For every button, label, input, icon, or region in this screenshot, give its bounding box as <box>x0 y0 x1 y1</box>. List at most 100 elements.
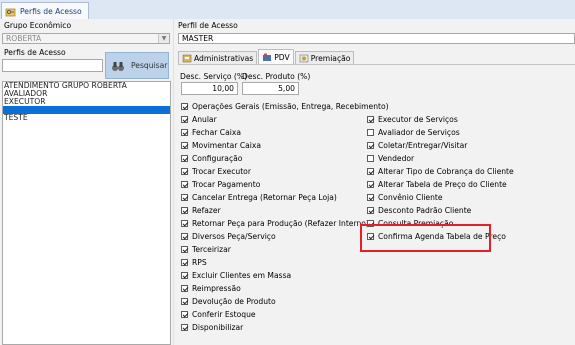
checkbox-checked-icon[interactable] <box>181 103 188 110</box>
desc-produto-field[interactable]: 5,00 <box>242 82 299 95</box>
checkbox-conferir-estoque[interactable]: Conferir Estoque <box>181 309 256 320</box>
desc-produto-label: Desc. Produto (%) <box>242 72 311 81</box>
checkbox-checked-icon[interactable] <box>181 272 188 279</box>
checkbox-label: Trocar Pagamento <box>192 180 261 189</box>
binoculars-icon <box>112 61 124 71</box>
checkbox-label: Devolução de Produto <box>192 297 276 306</box>
checkbox-vendedor[interactable]: Vendedor <box>367 153 414 164</box>
checkbox-label: Configuração <box>192 154 243 163</box>
panel-divider <box>173 19 174 345</box>
highlight-annotation <box>360 224 491 252</box>
checkbox-diversos-peca-servico[interactable]: Diversos Peça/Serviço <box>181 231 276 242</box>
tab-administrativas[interactable]: Administrativas <box>178 51 258 64</box>
checkbox-checked-icon[interactable] <box>181 181 188 188</box>
desc-servico-label: Desc. Serviço (%) <box>180 72 248 81</box>
main-content: Grupo Econômico ROBERTA ▼ Perfis de Aces… <box>0 19 575 345</box>
checkbox-rps[interactable]: RPS <box>181 257 207 268</box>
checkbox-checked-icon[interactable] <box>367 207 374 214</box>
premiacao-icon <box>299 54 309 62</box>
grupo-economico-combo[interactable]: ROBERTA ▼ <box>2 33 170 44</box>
checkbox-label: Conferir Estoque <box>192 310 256 319</box>
key-folder-icon <box>5 8 16 16</box>
checkbox-devolucao-de-produto[interactable]: Devolução de Produto <box>181 296 276 307</box>
checkbox-label: Cancelar Entrega (Retornar Peça Loja) <box>192 193 337 202</box>
checkbox-movimentar-caixa[interactable]: Movimentar Caixa <box>181 140 261 151</box>
checkbox-label: Coletar/Entregar/Visitar <box>378 141 468 150</box>
list-item-selected[interactable] <box>3 106 170 114</box>
checkbox-checked-icon[interactable] <box>181 233 188 240</box>
list-item[interactable]: TESTE <box>3 114 170 122</box>
tab-premiacao[interactable]: Premiação <box>294 51 355 64</box>
checkbox-avaliador-de-servicos[interactable]: Avaliador de Serviços <box>367 127 460 138</box>
checkbox-checked-icon[interactable] <box>181 129 188 136</box>
perfis-de-acesso-label: Perfis de Acesso <box>4 48 66 57</box>
checkbox-checked-icon[interactable] <box>367 181 374 188</box>
checkbox-label: Fechar Caixa <box>192 128 242 137</box>
checkbox-cancelar-entrega-retornar-peca-loja[interactable]: Cancelar Entrega (Retornar Peça Loja) <box>181 192 337 203</box>
checkbox-label: Convênio Cliente <box>378 193 443 202</box>
checkbox-checked-icon[interactable] <box>181 220 188 227</box>
checkbox-label: Alterar Tabela de Preço do Cliente <box>378 180 507 189</box>
checkbox-checked-icon[interactable] <box>367 168 374 175</box>
admin-icon <box>182 54 192 62</box>
permission-tabs: Administrativas PDV Premiação <box>178 49 355 64</box>
checkbox-operacoes-gerais-emissao-entrega-recebimento[interactable]: Operações Gerais (Emissão, Entrega, Rece… <box>181 101 389 112</box>
checkbox-checked-icon[interactable] <box>181 259 188 266</box>
document-tab-bar: Perfis de Acesso <box>0 0 575 20</box>
checkbox-label: RPS <box>192 258 207 267</box>
checkbox-unchecked-icon[interactable] <box>367 129 374 136</box>
tab-baseline <box>178 64 575 65</box>
checkbox-unchecked-icon[interactable] <box>367 155 374 162</box>
checkbox-label: Desconto Padrão Cliente <box>378 206 472 215</box>
pesquisar-label: Pesquisar <box>131 61 168 70</box>
checkbox-label: Reimpressão <box>192 284 241 293</box>
checkbox-checked-icon[interactable] <box>367 116 374 123</box>
tab-pdv[interactable]: PDV <box>258 49 294 64</box>
checkbox-label: Disponibilizar <box>192 323 244 332</box>
checkbox-desconto-padrao-cliente[interactable]: Desconto Padrão Cliente <box>367 205 471 216</box>
checkbox-checked-icon[interactable] <box>181 324 188 331</box>
checkbox-checked-icon[interactable] <box>181 298 188 305</box>
checkbox-trocar-executor[interactable]: Trocar Executor <box>181 166 251 177</box>
pdv-icon <box>263 53 272 61</box>
grupo-economico-label: Grupo Econômico <box>4 21 72 30</box>
chevron-down-icon[interactable]: ▼ <box>158 34 169 43</box>
checkbox-checked-icon[interactable] <box>181 207 188 214</box>
checkbox-convenio-cliente[interactable]: Convênio Cliente <box>367 192 443 203</box>
checkbox-label: Avaliador de Serviços <box>378 128 460 137</box>
checkbox-checked-icon[interactable] <box>367 142 374 149</box>
checkbox-checked-icon[interactable] <box>181 311 188 318</box>
checkbox-retornar-peca-para-producao-refazer-interno[interactable]: Retornar Peça para Produção (Refazer Int… <box>181 218 369 229</box>
tab-perfis-de-acesso[interactable]: Perfis de Acesso <box>1 2 89 20</box>
perfil-name-field[interactable]: MASTER <box>178 33 575 44</box>
search-input[interactable] <box>2 59 103 72</box>
pesquisar-button[interactable]: Pesquisar <box>105 52 169 79</box>
checkbox-checked-icon[interactable] <box>367 194 374 201</box>
checkbox-coletar-entregar-visitar[interactable]: Coletar/Entregar/Visitar <box>367 140 467 151</box>
checkbox-checked-icon[interactable] <box>181 246 188 253</box>
checkbox-checked-icon[interactable] <box>181 194 188 201</box>
perfis-list[interactable]: ATENDIMENTO GRUPO ROBERTA AVALIADOR EXEC… <box>2 81 171 345</box>
checkbox-disponibilizar[interactable]: Disponibilizar <box>181 322 243 333</box>
desc-servico-field[interactable]: 10,00 <box>181 82 238 95</box>
checkbox-checked-icon[interactable] <box>181 168 188 175</box>
checkbox-checked-icon[interactable] <box>181 285 188 292</box>
checkbox-anular[interactable]: Anular <box>181 114 217 125</box>
list-item[interactable]: EXECUTOR <box>3 98 170 106</box>
checkbox-alterar-tipo-de-cobranca-do-cliente[interactable]: Alterar Tipo de Cobrança do Cliente <box>367 166 514 177</box>
checkbox-label: Diversos Peça/Serviço <box>192 232 276 241</box>
checkbox-label: Alterar Tipo de Cobrança do Cliente <box>378 167 514 176</box>
checkbox-excluir-clientes-em-massa[interactable]: Excluir Clientes em Massa <box>181 270 291 281</box>
checkbox-configuracao[interactable]: Configuração <box>181 153 242 164</box>
checkbox-refazer[interactable]: Refazer <box>181 205 221 216</box>
perfil-de-acesso-label: Perfil de Acesso <box>178 21 238 30</box>
checkbox-alterar-tabela-de-preco-do-cliente[interactable]: Alterar Tabela de Preço do Cliente <box>367 179 507 190</box>
checkbox-terceirizar[interactable]: Terceirizar <box>181 244 231 255</box>
checkbox-fechar-caixa[interactable]: Fechar Caixa <box>181 127 241 138</box>
checkbox-checked-icon[interactable] <box>181 142 188 149</box>
checkbox-trocar-pagamento[interactable]: Trocar Pagamento <box>181 179 260 190</box>
checkbox-executor-de-servicos[interactable]: Executor de Serviços <box>367 114 458 125</box>
checkbox-reimpressao[interactable]: Reimpressão <box>181 283 241 294</box>
checkbox-checked-icon[interactable] <box>181 155 188 162</box>
checkbox-checked-icon[interactable] <box>181 116 188 123</box>
